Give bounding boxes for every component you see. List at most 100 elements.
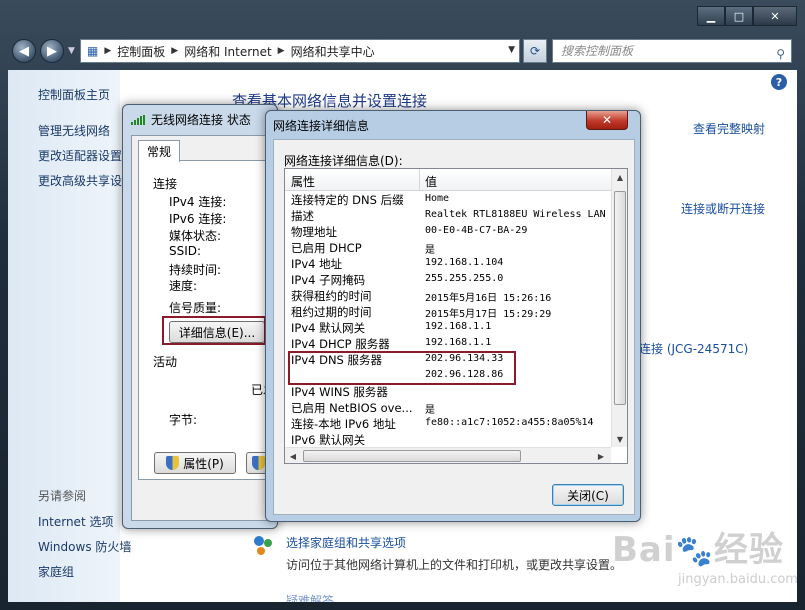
column-header-property[interactable]: 属性 xyxy=(291,173,315,190)
scroll-right-icon[interactable]: ▶ xyxy=(593,448,609,463)
see-also-internet-options[interactable]: Internet 选项 xyxy=(38,513,113,530)
column-header-value[interactable]: 值 xyxy=(425,173,437,190)
scroll-up-icon[interactable]: ▲ xyxy=(612,169,627,185)
homegroup-icon xyxy=(254,536,272,555)
row-value: Realtek RTL8188EU Wireless LAN xyxy=(425,209,606,220)
row-value: 255.255.255.0 xyxy=(425,273,504,284)
table-row[interactable]: 连接-本地 IPv6 地址 fe80::a1c7:1052:a455:8a05%1… xyxy=(285,416,615,432)
horizontal-scrollbar[interactable]: ◀ ▶ xyxy=(285,447,611,463)
wireless-connection-link[interactable]: 连接 (JCG-24571C) xyxy=(639,340,748,357)
row-property: IPv6 默认网关 xyxy=(291,433,366,447)
homegroup-options-link[interactable]: 选择家庭组和共享选项 xyxy=(286,534,406,551)
search-input[interactable]: 搜索控制面板 ⚲ xyxy=(552,39,792,63)
media-state-label: 媒体状态: xyxy=(169,229,222,243)
row-property: 物理地址 xyxy=(291,225,337,239)
history-dropdown-icon[interactable]: ▼ xyxy=(68,46,75,56)
see-also-firewall[interactable]: Windows 防火墙 xyxy=(38,538,131,555)
row-property: IPv4 地址 xyxy=(291,257,343,271)
row-property: IPv4 WINS 服务器 xyxy=(291,385,388,399)
row-property: 已启用 NetBIOS ove... xyxy=(291,401,413,415)
table-row[interactable]: 202.96.128.86 xyxy=(285,368,615,384)
ssid-label: SSID: xyxy=(169,244,202,258)
row-property: 连接特定的 DNS 后缀 xyxy=(291,193,404,207)
address-bar[interactable]: ▦ ▶ 控制面板 ▶ 网络和 Internet ▶ 网络和共享中心 ▼ xyxy=(80,39,520,63)
row-value: 2015年5月17日 15:29:29 xyxy=(425,309,552,320)
ipv4-connectivity-label: IPv4 连接: xyxy=(169,195,227,209)
refresh-button[interactable]: ⟳ xyxy=(523,39,547,63)
table-row[interactable]: IPv6 默认网关 xyxy=(285,432,615,448)
see-also-homegroup[interactable]: 家庭组 xyxy=(38,563,74,580)
scroll-left-icon[interactable]: ◀ xyxy=(285,448,301,463)
row-property: IPv4 默认网关 xyxy=(291,321,366,335)
uac-shield-icon xyxy=(166,456,180,470)
row-property: 获得租约的时间 xyxy=(291,289,372,303)
duration-label: 持续时间: xyxy=(169,263,222,277)
details-button[interactable]: 详细信息(E)... xyxy=(169,321,265,343)
table-row[interactable]: 物理地址 00-E0-4B-C7-BA-29 xyxy=(285,224,615,240)
speed-label: 速度: xyxy=(169,279,198,293)
wireless-signal-icon xyxy=(131,114,145,125)
table-row[interactable]: 已启用 DHCP 是 xyxy=(285,240,615,256)
status-dialog-title: 无线网络连接 状态 xyxy=(151,113,251,127)
row-value: 是 xyxy=(425,245,435,256)
table-row[interactable]: IPv4 子网掩码 255.255.255.0 xyxy=(285,272,615,288)
network-details-dialog: 网络连接详细信息 ✕ 网络连接详细信息(D): 属性 值 连接特定的 DNS 后… xyxy=(265,110,641,522)
connect-disconnect-link[interactable]: 连接或断开连接 xyxy=(681,200,765,217)
row-value: Home xyxy=(425,193,450,204)
scroll-down-icon[interactable]: ▼ xyxy=(612,431,627,447)
table-row[interactable]: 连接特定的 DNS 后缀 Home xyxy=(285,192,615,208)
row-property: 描述 xyxy=(291,209,314,223)
row-value: fe80::a1c7:1052:a455:8a05%14 xyxy=(425,417,594,428)
close-button[interactable]: 关闭(C) xyxy=(552,484,624,506)
left-link-adapter-settings[interactable]: 更改适配器设置 xyxy=(38,147,122,164)
minimize-button[interactable]: ▁ xyxy=(697,6,725,26)
connection-section-label: 连接 xyxy=(153,177,178,191)
table-row[interactable]: 已启用 NetBIOS ove... 是 xyxy=(285,400,615,416)
row-value: 00-E0-4B-C7-BA-29 xyxy=(425,225,528,236)
vertical-scroll-thumb[interactable] xyxy=(614,191,626,405)
bytes-label: 字节: xyxy=(169,413,198,427)
table-row[interactable]: IPv4 默认网关 192.168.1.1 xyxy=(285,320,615,336)
baidu-watermark: Bai🐾经验 xyxy=(612,530,784,570)
maximize-button[interactable]: □ xyxy=(725,6,753,26)
left-link-home[interactable]: 控制面板主页 xyxy=(38,86,110,103)
homegroup-description: 访问位于其他网络计算机上的文件和打印机，或更改共享设置。 xyxy=(286,558,623,572)
search-icon: ⚲ xyxy=(776,47,785,61)
uac-shield-icon xyxy=(251,456,265,470)
left-link-manage-wireless[interactable]: 管理无线网络 xyxy=(38,122,110,139)
table-row[interactable]: IPv4 DHCP 服务器 192.168.1.1 xyxy=(285,336,615,352)
table-row[interactable]: IPv4 DNS 服务器 202.96.134.33 xyxy=(285,352,615,368)
row-property: 连接-本地 IPv6 地址 xyxy=(291,417,396,431)
tab-general[interactable]: 常规 xyxy=(138,140,181,162)
full-map-link[interactable]: 查看完整映射 xyxy=(693,120,765,137)
table-row[interactable]: IPv4 WINS 服务器 xyxy=(285,384,615,400)
breadcrumb-network-sharing-center[interactable]: 网络和共享中心 xyxy=(291,43,375,60)
properties-button[interactable]: 属性(P) xyxy=(154,452,236,474)
table-row[interactable]: IPv4 地址 192.168.1.104 xyxy=(285,256,615,272)
breadcrumb-network-internet[interactable]: 网络和 Internet xyxy=(184,43,271,60)
address-dropdown-icon[interactable]: ▼ xyxy=(508,45,515,55)
navigation-bar: ◀ ▶ ▼ ▦ ▶ 控制面板 ▶ 网络和 Internet ▶ 网络和共享中心 … xyxy=(8,38,797,64)
table-row[interactable]: 获得租约的时间 2015年5月16日 15:26:16 xyxy=(285,288,615,304)
table-row[interactable]: 租约过期的时间 2015年5月17日 15:29:29 xyxy=(285,304,615,320)
ipv6-connectivity-label: IPv6 连接: xyxy=(169,212,227,226)
left-link-advanced-sharing[interactable]: 更改高级共享设 xyxy=(38,172,122,189)
close-icon[interactable]: ✕ xyxy=(586,111,628,130)
help-icon[interactable]: ? xyxy=(771,74,787,90)
row-value: 202.96.134.33 xyxy=(425,353,504,364)
forward-button[interactable]: ▶ xyxy=(40,39,64,63)
table-row[interactable]: 描述 Realtek RTL8188EU Wireless LAN xyxy=(285,208,615,224)
row-value: 是 xyxy=(425,405,435,416)
close-window-button[interactable]: ✕ xyxy=(753,6,797,26)
row-value: 192.168.1.1 xyxy=(425,321,492,332)
control-panel-icon: ▦ xyxy=(87,44,99,58)
vertical-scrollbar[interactable]: ▲ ▼ xyxy=(611,169,627,447)
horizontal-scroll-thumb[interactable] xyxy=(303,450,521,462)
back-button[interactable]: ◀ xyxy=(12,39,36,63)
general-tab-page: 连接 IPv4 连接: IPv6 连接: 媒体状态: SSID: 持续时间: 速… xyxy=(138,160,278,480)
row-value: 192.168.1.1 xyxy=(425,337,492,348)
details-listview[interactable]: 属性 值 连接特定的 DNS 后缀 Home 描述 Realtek RTL8188EU… xyxy=(284,168,628,464)
details-dialog-title: 网络连接详细信息 xyxy=(273,119,370,133)
troubleshoot-link[interactable]: 疑难解答 xyxy=(286,592,334,602)
breadcrumb-control-panel[interactable]: 控制面板 xyxy=(117,43,165,60)
